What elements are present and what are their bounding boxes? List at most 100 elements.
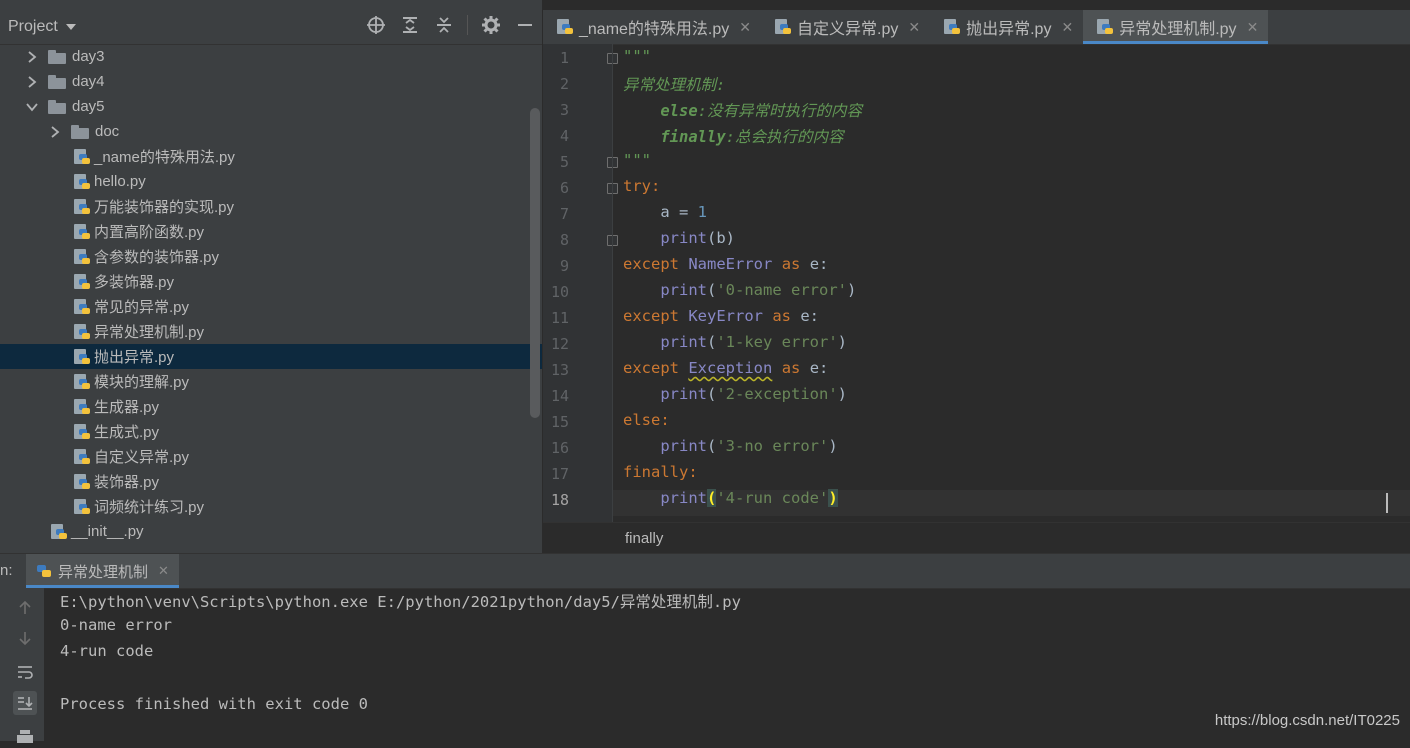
run-tab[interactable]: 异常处理机制 ✕ (26, 554, 179, 588)
code-line[interactable]: except KeyError as e: (623, 307, 819, 325)
code-line[interactable]: 异常处理机制: (623, 73, 725, 95)
tree-file-selected[interactable]: 抛出异常.py (0, 344, 542, 369)
tree-file[interactable]: 模块的理解.py (0, 369, 542, 394)
tree-file[interactable]: 词频统计练习.py (0, 494, 542, 519)
code-line[interactable]: print('3-no error') (623, 437, 837, 455)
line-number: 13 (550, 361, 569, 379)
close-icon[interactable]: ✕ (158, 563, 169, 579)
tree-file[interactable]: 常见的异常.py (0, 294, 542, 319)
locate-icon[interactable] (365, 14, 387, 36)
close-icon[interactable]: ✕ (1247, 19, 1259, 36)
tree-label: 万能装饰器的实现.py (94, 199, 235, 216)
tree-label: 多装饰器.py (94, 274, 175, 291)
tree-file[interactable]: __init__.py (0, 519, 542, 544)
tab-name-special-usage[interactable]: _name的特殊用法.py ✕ (543, 10, 761, 44)
collapse-all-icon[interactable] (433, 14, 455, 36)
code-line[interactable]: finally: (623, 463, 698, 481)
tree-file[interactable]: 万能装饰器的实现.py (0, 194, 542, 219)
chevron-right-icon[interactable] (26, 75, 38, 88)
tree-file[interactable]: 多装饰器.py (0, 269, 542, 294)
code-line[interactable]: except NameError as e: (623, 255, 828, 273)
chevron-down-icon[interactable] (65, 24, 76, 30)
code-line[interactable]: else:没有异常时执行的内容 (623, 99, 862, 121)
tree-file[interactable]: _name的特殊用法.py (0, 144, 542, 169)
docstring-token: """ (623, 151, 651, 169)
print-icon[interactable] (13, 724, 37, 748)
code-line[interactable]: """ (623, 47, 651, 65)
tree-file[interactable]: 异常处理机制.py (0, 319, 542, 344)
number-token: 1 (697, 203, 707, 221)
code-line[interactable]: print('2-exception') (623, 385, 847, 403)
python-file-icon (74, 323, 90, 340)
code-line[interactable]: a = 1 (623, 203, 707, 221)
line-number: 12 (550, 335, 569, 353)
gear-icon[interactable] (480, 14, 502, 36)
chevron-right-icon[interactable] (49, 125, 61, 138)
builtin-token: print (623, 437, 707, 455)
project-scrollbar[interactable] (530, 108, 540, 418)
tab-custom-exception[interactable]: 自定义异常.py ✕ (761, 10, 930, 44)
gutter-divider (612, 44, 613, 522)
python-file-icon (74, 148, 90, 165)
tree-folder-day5[interactable]: day5 (0, 94, 542, 119)
tab-raise-exception[interactable]: 抛出异常.py ✕ (930, 10, 1083, 44)
tree-file[interactable]: 生成器.py (0, 394, 542, 419)
class-token: NameError (688, 255, 773, 273)
keyword-token: except (623, 307, 679, 325)
code-line[interactable]: else: (623, 411, 670, 429)
toolbar-separator (467, 15, 468, 35)
builtin-token: print (623, 229, 707, 247)
python-file-icon (51, 523, 67, 540)
close-icon[interactable]: ✕ (1061, 19, 1073, 36)
tab-exception-handling[interactable]: 异常处理机制.py ✕ (1083, 10, 1269, 44)
breadcrumb: finally (543, 522, 1410, 553)
soft-wrap-icon[interactable] (13, 660, 37, 684)
class-token: KeyError (688, 307, 763, 325)
string-token: '3-no error' (716, 437, 829, 455)
scroll-to-end-icon[interactable] (13, 691, 37, 715)
expand-all-icon[interactable] (399, 14, 421, 36)
python-file-icon (944, 19, 961, 35)
tree-file[interactable]: 自定义异常.py (0, 444, 542, 469)
project-title[interactable]: Project (8, 18, 58, 36)
python-file-icon (74, 273, 90, 290)
tree-label: day4 (72, 73, 105, 90)
breadcrumb-item[interactable]: finally (625, 530, 663, 547)
tree-folder-day4[interactable]: day4 (0, 69, 542, 94)
tree-folder-day3[interactable]: day3 (0, 44, 542, 69)
tree-file[interactable]: hello.py (0, 169, 542, 194)
tree-file[interactable]: 含参数的装饰器.py (0, 244, 542, 269)
builtin-token: print (623, 489, 707, 507)
code-line[interactable]: except Exception as e: (623, 359, 828, 377)
run-tab-label: 异常处理机制 (58, 563, 149, 581)
tab-label: 自定义异常.py (797, 21, 899, 38)
code-line[interactable]: print('0-name error') (623, 281, 856, 299)
code-line[interactable]: print(b) (623, 229, 735, 247)
arrow-up-icon[interactable] (13, 596, 37, 620)
code-line[interactable]: finally:总会执行的内容 (623, 125, 843, 147)
arrow-down-icon[interactable] (13, 626, 37, 650)
line-number: 11 (550, 309, 569, 327)
tree-file[interactable]: 生成式.py (0, 419, 542, 444)
code-line[interactable]: print('1-key error') (623, 333, 847, 351)
tree-file[interactable]: 装饰器.py (0, 469, 542, 494)
chevron-right-icon[interactable] (26, 50, 38, 63)
code-line-current[interactable]: print('4-run code') (623, 489, 838, 507)
tab-label: 异常处理机制.py (1119, 21, 1237, 38)
chevron-down-icon[interactable] (26, 101, 38, 113)
line-number: 5 (559, 153, 569, 171)
console-line: Process finished with exit code 0 (60, 695, 368, 713)
tree-label: 模块的理解.py (94, 374, 190, 391)
tree-folder-doc[interactable]: doc (0, 119, 542, 144)
minimize-icon[interactable] (514, 14, 536, 36)
close-icon[interactable]: ✕ (739, 19, 751, 36)
code-token: ) (847, 281, 857, 299)
code-line[interactable]: """ (623, 151, 651, 169)
matched-paren: ( (707, 489, 717, 507)
docstring-token: 异常处理机制: (623, 76, 726, 94)
keyword-token: finally (623, 463, 689, 481)
tree-file[interactable]: 内置高阶函数.py (0, 219, 542, 244)
close-icon[interactable]: ✕ (908, 19, 920, 36)
code-token: (b) (707, 229, 735, 247)
code-line[interactable]: try: (623, 177, 660, 195)
